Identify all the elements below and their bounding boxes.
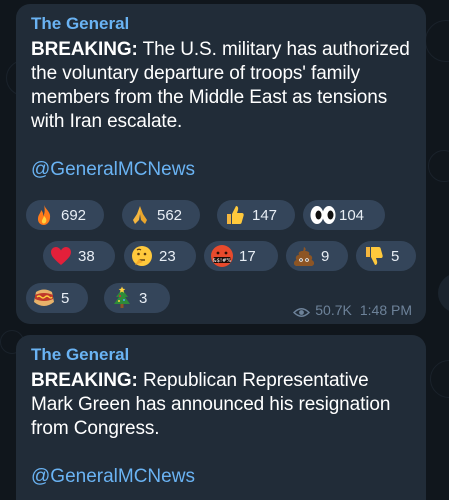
reaction-heart[interactable]: 38	[43, 241, 115, 271]
reaction-pray[interactable]: 562	[122, 200, 200, 230]
message-meta: 50.7K 1:48 PM	[293, 302, 412, 318]
reaction-count: 17	[239, 247, 256, 265]
reaction-poo[interactable]: 9	[286, 241, 348, 271]
breaking-label: BREAKING:	[31, 370, 138, 391]
hot-dog-icon	[32, 286, 56, 310]
reaction-count: 5	[61, 289, 70, 307]
background-doodle	[430, 360, 449, 398]
sender-name[interactable]: The General	[31, 14, 412, 34]
view-count: 50.7K	[315, 302, 352, 318]
reaction-cursing[interactable]: &$!#% 17	[204, 241, 278, 271]
reaction-count: 104	[339, 206, 365, 224]
message-bubble: The General BREAKING: Republican Represe…	[16, 335, 426, 500]
message-text: BREAKING: Republican Representative Mark…	[31, 369, 412, 441]
reaction-thumbs-up[interactable]: 147	[217, 200, 295, 230]
sender-name[interactable]: The General	[31, 345, 412, 365]
breaking-label: BREAKING:	[31, 39, 138, 60]
reaction-count: 38	[78, 247, 95, 265]
folded-hands-icon	[128, 203, 152, 227]
reaction-fire[interactable]: 692	[26, 200, 104, 230]
fire-icon	[32, 203, 56, 227]
message-bubble: The General BREAKING: The U.S. military …	[16, 4, 426, 324]
message-time: 1:48 PM	[359, 302, 412, 318]
background-doodle	[428, 150, 449, 182]
reaction-eyes[interactable]: 104	[303, 200, 385, 230]
reaction-thinking[interactable]: 23	[124, 241, 196, 271]
svg-text:&$!#%: &$!#%	[213, 258, 232, 264]
thinking-face-icon	[130, 244, 154, 268]
channel-handle-link[interactable]: @GeneralMCNews	[31, 158, 412, 182]
eyes-icon	[309, 203, 337, 227]
reaction-count: 23	[159, 247, 176, 265]
reaction-christmas-tree[interactable]: 3	[104, 283, 170, 313]
reaction-count: 692	[61, 206, 87, 224]
side-action-button[interactable]	[438, 273, 449, 313]
channel-handle-link[interactable]: @GeneralMCNews	[31, 465, 412, 489]
background-doodle	[425, 20, 449, 62]
chat-background: The General BREAKING: The U.S. military …	[0, 0, 449, 500]
views-eye-icon	[293, 305, 311, 317]
reaction-count: 5	[391, 247, 400, 265]
reaction-hot-dog[interactable]: 5	[26, 283, 88, 313]
red-heart-icon	[49, 244, 73, 268]
reaction-thumbs-down[interactable]: 5	[356, 241, 416, 271]
christmas-tree-icon	[110, 286, 134, 310]
message-text: BREAKING: The U.S. military has authoriz…	[31, 38, 412, 134]
reaction-count: 3	[139, 289, 148, 307]
reaction-count: 562	[157, 206, 183, 224]
face-with-symbols-icon: &$!#%	[210, 244, 234, 268]
poo-icon	[292, 244, 316, 268]
thumbs-up-icon	[223, 203, 247, 227]
reaction-count: 147	[252, 206, 278, 224]
reaction-count: 9	[321, 247, 330, 265]
thumbs-down-icon	[362, 244, 386, 268]
